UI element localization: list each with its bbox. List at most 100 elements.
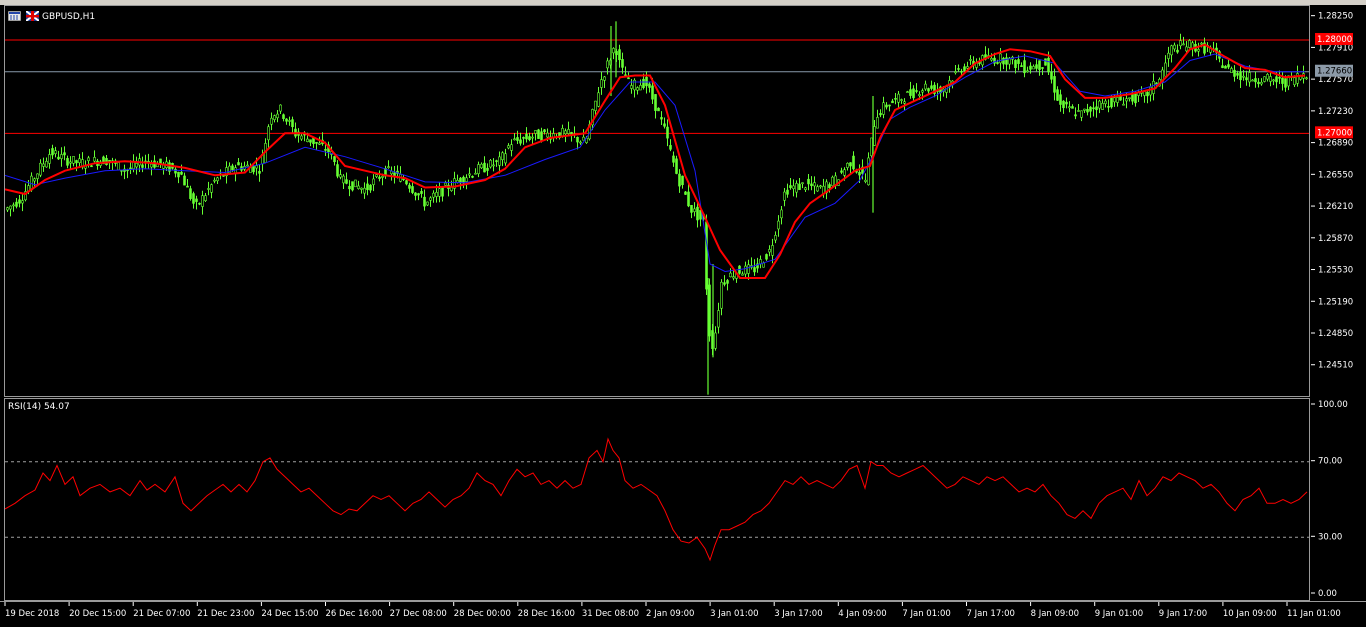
candle-body — [75, 160, 78, 164]
candle-body — [1113, 97, 1116, 103]
candle-body — [990, 58, 993, 61]
candle-body — [804, 187, 807, 190]
candle-body — [777, 220, 780, 230]
candle-body — [1074, 114, 1077, 117]
candle-body — [1110, 97, 1113, 108]
candle-body — [510, 144, 513, 151]
price-axis[interactable]: 1.28250 1.27910 1.27570 1.27230 1.26890 1.265… — [1311, 5, 1366, 601]
candle-body — [603, 76, 606, 81]
time-tick-label: 28 Dec 00:00 — [454, 609, 511, 619]
rsi-tick-label: 0.00 — [1318, 589, 1337, 599]
candle-body — [1128, 97, 1131, 100]
candle-body — [900, 99, 903, 101]
candle-body — [1038, 60, 1041, 70]
candle-body — [1233, 69, 1236, 77]
candle-body — [1035, 64, 1038, 69]
candle-body — [819, 185, 822, 188]
rsi-tick-label: 100.00 — [1318, 400, 1348, 410]
candle-body — [1152, 80, 1155, 94]
candle-body — [672, 155, 675, 163]
candle-body — [915, 90, 918, 92]
level-badge-label: 1.28000 — [1317, 35, 1352, 45]
candle-body — [768, 249, 771, 253]
candle-body — [630, 85, 633, 89]
candle-body — [1041, 67, 1044, 69]
candle-body — [1260, 82, 1263, 85]
candle-body — [1173, 44, 1176, 50]
candle-body — [831, 176, 834, 187]
candle-body — [876, 117, 879, 129]
candle-body — [468, 173, 471, 176]
candle-body — [513, 138, 516, 141]
candle-body — [636, 87, 639, 91]
candle-body — [519, 139, 522, 144]
rsi-indicator-panel[interactable] — [4, 398, 1310, 601]
candle-body — [954, 71, 957, 74]
candle-body — [1236, 73, 1239, 76]
candle-body — [660, 117, 663, 120]
candle-body — [801, 182, 804, 185]
candle-body — [1056, 89, 1059, 101]
candle-body — [870, 137, 873, 157]
time-tick-label: 4 Jan 09:00 — [838, 609, 886, 619]
time-axis[interactable]: 19 Dec 2018 20 Dec 15:00 21 Dec 07:00 21 De… — [0, 601, 1366, 622]
candle-body — [795, 183, 798, 193]
candle-body — [894, 98, 897, 100]
candle-body — [1032, 66, 1035, 70]
candle-body — [879, 113, 882, 116]
candle-body — [387, 166, 390, 168]
candle-body — [342, 175, 345, 184]
candle-body — [966, 66, 969, 69]
candle-body — [753, 267, 756, 273]
candle-body — [690, 205, 693, 213]
candle-body — [828, 184, 831, 189]
candle-body — [1167, 52, 1170, 59]
candle-body — [57, 156, 60, 160]
price-chart-panel[interactable] — [4, 5, 1310, 397]
candle-body — [1122, 103, 1125, 106]
price-tick-label: 1.27230 — [1318, 107, 1353, 117]
candle-body — [1278, 76, 1281, 79]
candle-body — [1068, 106, 1071, 109]
candle-body — [1293, 77, 1296, 86]
candle-body — [300, 135, 303, 140]
candle-body — [78, 158, 81, 163]
candle-body — [12, 204, 15, 207]
candle-body — [486, 167, 489, 171]
candle-body — [477, 164, 480, 175]
candle-body — [600, 79, 603, 88]
candle-body — [129, 167, 132, 170]
candle-body — [1176, 49, 1179, 53]
candle-body — [657, 107, 660, 112]
candle-body — [675, 158, 678, 174]
candles — [6, 21, 1308, 395]
price-axis-svg: 1.282501.279101.275701.272301.268901.265… — [1311, 12, 1353, 599]
candle-body — [69, 161, 72, 164]
candle-body — [747, 264, 750, 274]
candle-body — [213, 179, 216, 182]
candle-body — [960, 70, 963, 73]
candle-body — [195, 198, 198, 202]
candle-body — [21, 200, 24, 204]
candle-body — [267, 126, 270, 141]
time-tick-label: 31 Dec 08:00 — [582, 609, 639, 619]
candle-body — [333, 156, 336, 163]
chart-window-icon — [8, 11, 21, 21]
candle-body — [276, 113, 279, 119]
candle-body — [1164, 62, 1167, 77]
candle-body — [1020, 65, 1023, 67]
time-tick-label: 26 Dec 16:00 — [326, 609, 383, 619]
candle-body — [198, 202, 201, 205]
candle-body — [726, 280, 729, 284]
candle-body — [357, 185, 360, 189]
candle-body — [1305, 77, 1308, 80]
rsi-chart-svg — [5, 437, 1309, 562]
candle-body — [798, 183, 801, 191]
candle-body — [780, 209, 783, 219]
price-tick-label: 1.25190 — [1318, 297, 1353, 307]
candle-body — [1170, 45, 1173, 56]
time-tick-label: 3 Jan 01:00 — [710, 609, 758, 619]
candle-body — [882, 102, 885, 115]
candle-body — [1050, 71, 1053, 80]
candle-body — [1245, 77, 1248, 81]
